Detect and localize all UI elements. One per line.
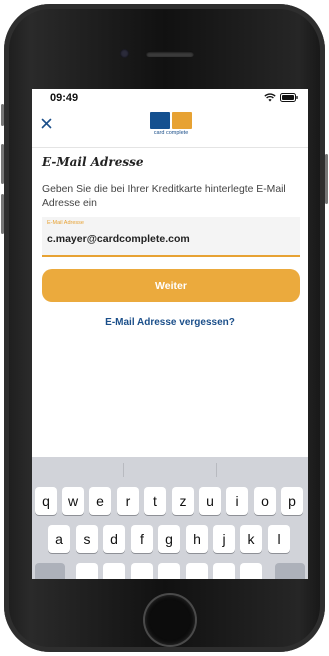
key-z[interactable]: z xyxy=(172,487,194,515)
keyboard-key[interactable] xyxy=(186,563,208,579)
key-h[interactable]: h xyxy=(186,525,208,553)
email-field[interactable]: E-Mail Adresse xyxy=(42,217,300,257)
key-i[interactable]: i xyxy=(226,487,248,515)
suggestion-slot[interactable] xyxy=(124,463,217,477)
logo-text: card complete xyxy=(153,130,189,136)
keyboard-key[interactable] xyxy=(213,563,235,579)
status-icons xyxy=(264,93,298,102)
key-k[interactable]: k xyxy=(240,525,262,553)
key-s[interactable]: s xyxy=(76,525,98,553)
shift-key[interactable] xyxy=(35,563,65,579)
forgot-email-link[interactable]: E-Mail Adresse vergessen? xyxy=(32,317,308,328)
key-a[interactable]: a xyxy=(48,525,70,553)
card-complete-logo: card complete xyxy=(148,112,194,136)
earpiece-speaker xyxy=(146,51,194,57)
key-j[interactable]: j xyxy=(213,525,235,553)
suggestion-slot[interactable] xyxy=(217,463,308,477)
battery-icon xyxy=(280,93,298,102)
power-button xyxy=(325,154,328,204)
logo-orange-square xyxy=(172,112,192,129)
key-l[interactable]: l xyxy=(268,525,290,553)
mute-switch xyxy=(1,104,4,126)
wifi-icon xyxy=(264,93,276,102)
app-screen: 09:49 card complete E-Mail Adresse Geben… xyxy=(32,89,308,579)
key-r[interactable]: r xyxy=(117,487,139,515)
home-button[interactable] xyxy=(145,595,195,645)
keyboard-key[interactable] xyxy=(240,563,262,579)
backspace-key[interactable] xyxy=(275,563,305,579)
keyboard-key[interactable] xyxy=(103,563,125,579)
email-field-label: E-Mail Adresse xyxy=(47,220,84,226)
volume-down-button xyxy=(1,194,4,234)
volume-up-button xyxy=(1,144,4,184)
keyboard-key[interactable] xyxy=(131,563,153,579)
navigation-bar: card complete xyxy=(32,107,308,148)
email-input[interactable] xyxy=(47,233,287,245)
key-q[interactable]: q xyxy=(35,487,57,515)
page-subtitle: Geben Sie die bei Ihrer Kreditkarte hint… xyxy=(42,184,286,209)
keyboard-key[interactable] xyxy=(158,563,180,579)
key-p[interactable]: p xyxy=(281,487,303,515)
status-bar: 09:49 xyxy=(32,89,308,107)
key-e[interactable]: e xyxy=(89,487,111,515)
status-time: 09:49 xyxy=(50,92,79,104)
key-o[interactable]: o xyxy=(254,487,276,515)
key-t[interactable]: t xyxy=(144,487,166,515)
weiter-button[interactable]: Weiter xyxy=(42,269,300,302)
key-f[interactable]: f xyxy=(131,525,153,553)
keyboard-key[interactable] xyxy=(76,563,98,579)
close-icon[interactable] xyxy=(41,117,52,133)
key-w[interactable]: w xyxy=(62,487,84,515)
logo-blue-square xyxy=(150,112,170,129)
suggestion-slot[interactable] xyxy=(32,463,125,477)
key-g[interactable]: g xyxy=(158,525,180,553)
key-u[interactable]: u xyxy=(199,487,221,515)
keyboard-suggestion-bar xyxy=(32,457,308,483)
key-d[interactable]: d xyxy=(103,525,125,553)
page-title: E-Mail Adresse xyxy=(42,155,144,169)
keyboard: q w e r t z u i o p a s d f g h j k l xyxy=(32,457,308,579)
front-camera xyxy=(120,49,129,58)
